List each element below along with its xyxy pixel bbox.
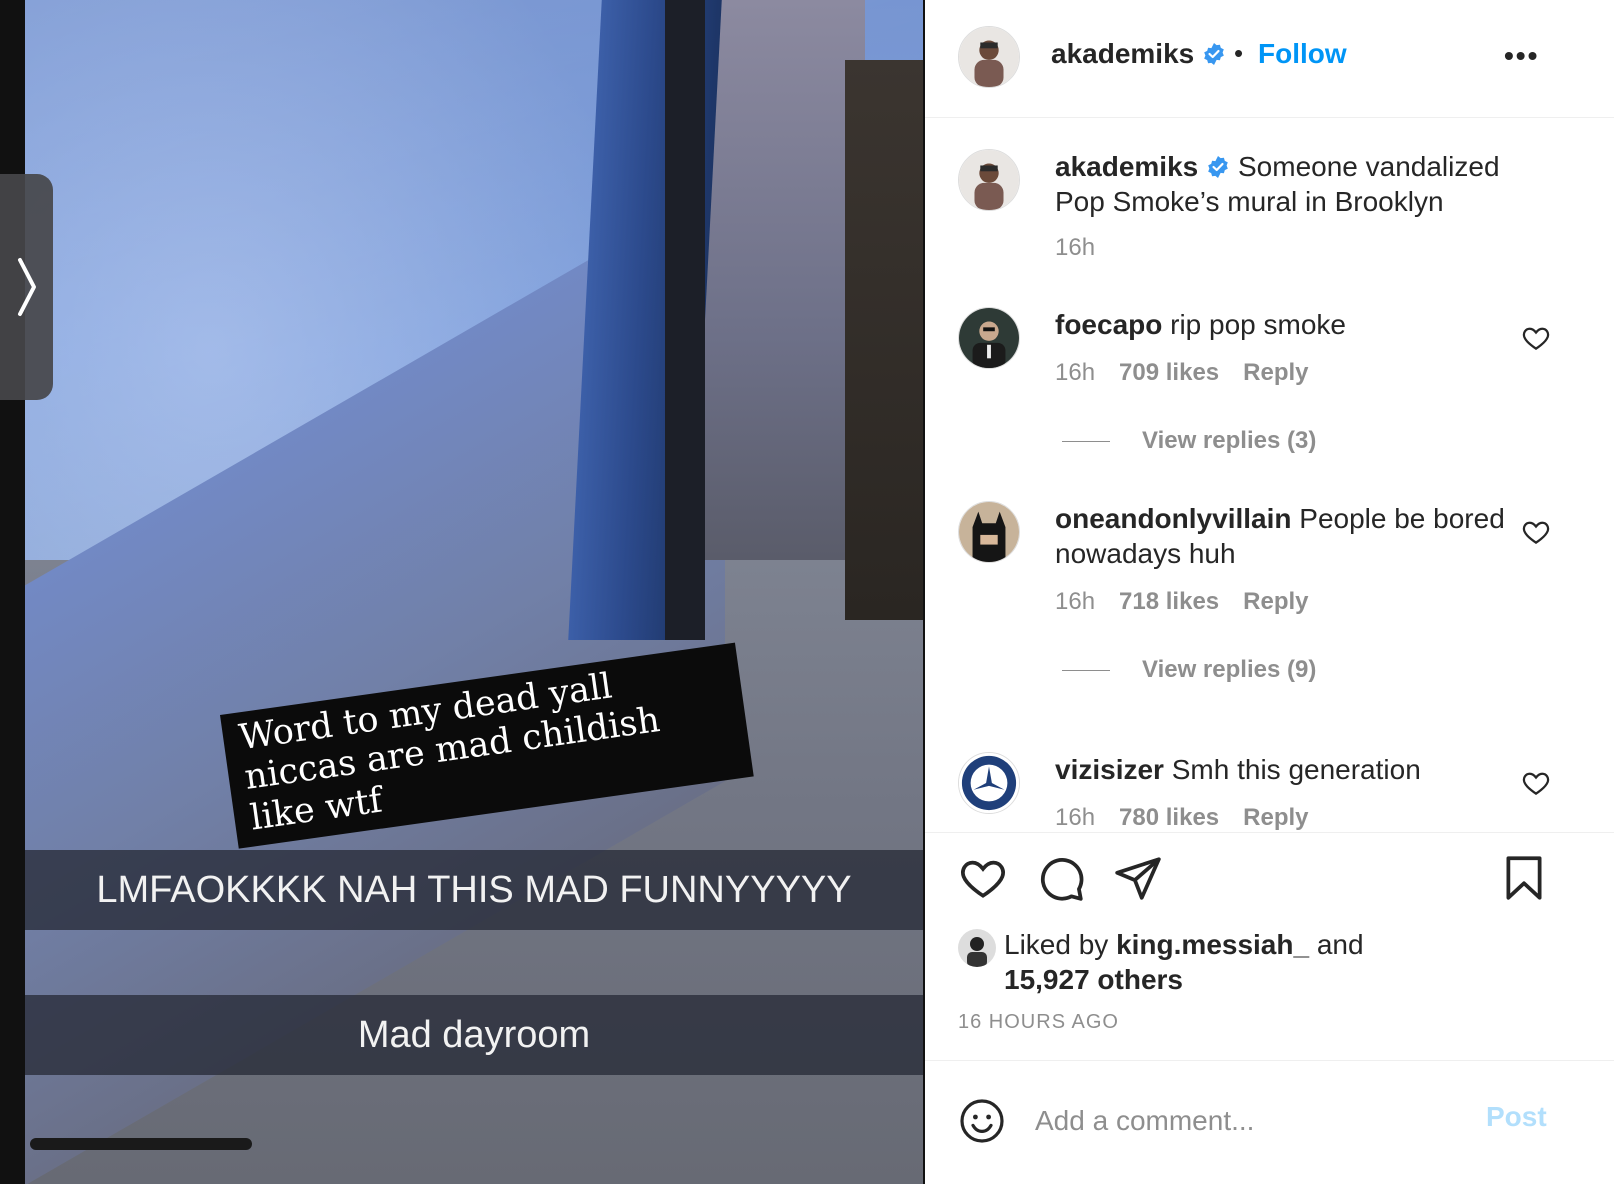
caption-meta: 16h [1055,234,1119,262]
comment-text-block: vizisizer Smh this generation [1055,752,1515,787]
smile-icon[interactable] [958,1097,1006,1145]
like-comment-heart-icon[interactable] [1521,768,1551,798]
comment-text-block: oneandonlyvillain People be bored nowada… [1055,501,1515,571]
comment-likes[interactable]: 718 likes [1119,588,1219,615]
caption-text-block: akademiks Someone vandalized Pop Smoke’s… [1055,149,1515,219]
add-comment-bar: Post [925,1060,1614,1184]
view-replies-button[interactable]: View replies (3) [1062,427,1316,455]
comment-username[interactable]: vizisizer [1055,754,1164,785]
post-actions: Liked by king.messiah_ and 15,927 others… [925,832,1614,1058]
like-comment-heart-icon[interactable] [1521,517,1551,547]
header-username-row: akademiks [1051,38,1226,70]
bookmark-icon[interactable] [1499,853,1549,903]
comment-username[interactable]: oneandonlyvillain [1055,503,1291,534]
comment-meta: 16h 780 likes Reply [1055,804,1333,831]
more-options-button[interactable]: ••• [1504,40,1539,72]
caption-time: 16h [1055,234,1096,261]
chevron-right-icon [17,258,36,316]
liked-by-user[interactable]: king.messiah_ [1116,929,1309,960]
verified-icon [1204,43,1225,65]
post-media-panel: Word to my dead yall niccas are mad chil… [0,0,952,1184]
avatar[interactable] [958,307,1020,369]
view-replies-label: View replies (3) [1142,427,1317,454]
comment-meta: 16h 718 likes Reply [1055,588,1333,616]
comment-text-block: foecapo rip pop smoke [1055,307,1515,342]
comments-list[interactable]: akademiks Someone vandalized Pop Smoke’s… [925,119,1614,831]
post-author-username[interactable]: akademiks [1051,38,1194,69]
reply-button[interactable]: Reply [1243,588,1308,615]
post-side-panel: akademiks • Follow ••• akademiks Someone… [925,0,1614,1184]
post-timestamp[interactable]: 16 HOURS AGO [958,1011,1119,1034]
snap-caption-bar: Mad dayroom [25,995,923,1075]
verified-icon [1208,156,1229,178]
avatar[interactable] [958,501,1020,563]
avatar[interactable] [958,26,1020,88]
comment-likes[interactable]: 709 likes [1119,359,1219,386]
avatar[interactable] [958,752,1020,814]
comment-time: 16h [1055,588,1096,615]
comment-text: rip pop smoke [1170,309,1347,340]
reply-button[interactable]: Reply [1243,804,1308,831]
media-progress-indicator [30,1138,252,1150]
like-comment-heart-icon[interactable] [1521,323,1551,353]
comment-text: Smh this generation [1171,754,1421,785]
view-replies-label: View replies (9) [1142,656,1317,683]
next-media-button[interactable] [0,174,53,400]
likes-count[interactable]: 15,927 others [1004,964,1183,995]
separator-dot: • [1234,38,1244,68]
share-icon[interactable] [1113,853,1163,903]
post-header: akademiks • Follow ••• [925,0,1614,118]
comment-time: 16h [1055,804,1096,831]
comment-meta: 16h 709 likes Reply [1055,359,1333,387]
snap-caption-bar: LMFAOKKKK NAH THIS MAD FUNNYYYYY [25,850,923,930]
liked-by-conjunction: and [1316,929,1364,960]
avatar[interactable] [958,929,996,967]
comment-username[interactable]: foecapo [1055,309,1162,340]
comment-likes[interactable]: 780 likes [1119,804,1219,831]
follow-button[interactable]: Follow [1258,38,1347,70]
comment-input[interactable] [1035,1099,1465,1143]
view-replies-button[interactable]: View replies (9) [1062,656,1316,684]
heart-icon[interactable] [958,853,1008,903]
post-photo: Word to my dead yall niccas are mad chil… [25,0,923,1184]
avatar[interactable] [958,149,1020,211]
caption-username[interactable]: akademiks [1055,151,1198,182]
reply-button[interactable]: Reply [1243,359,1308,386]
post-comment-button[interactable]: Post [1486,1101,1547,1133]
liked-by-text: Liked by king.messiah_ and 15,927 others [1004,927,1364,997]
liked-by-prefix: Liked by [1004,929,1109,960]
comment-time: 16h [1055,359,1096,386]
comment-icon[interactable] [1036,853,1086,903]
